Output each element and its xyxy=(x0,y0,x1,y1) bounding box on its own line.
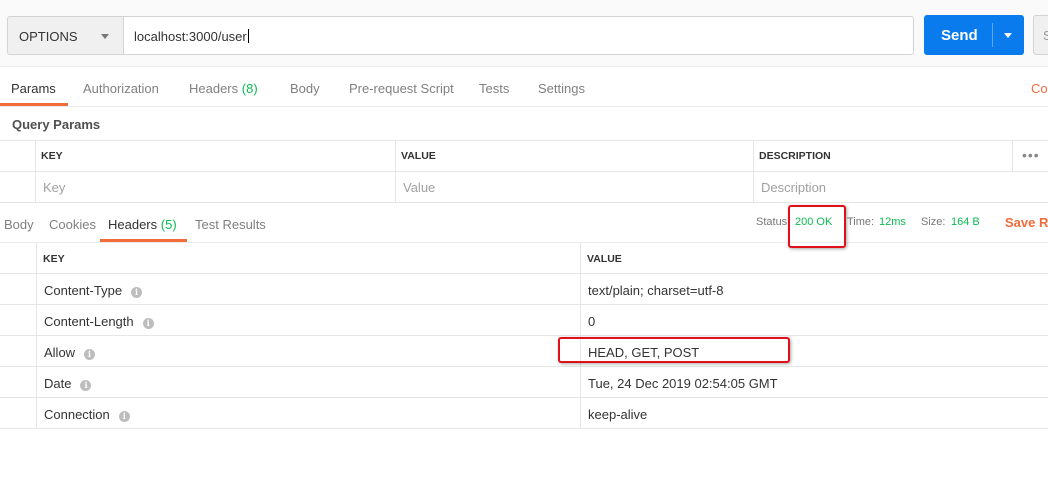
table-row: Content-Type i text/plain; charset=utf-8 xyxy=(0,274,1048,305)
url-text: localhost:3000/user xyxy=(134,29,249,44)
save-response-button[interactable]: Save Re xyxy=(1005,215,1048,230)
header-value-cell: text/plain; charset=utf-8 xyxy=(580,274,1048,304)
active-tab-indicator xyxy=(0,103,68,106)
send-button[interactable]: Send xyxy=(924,15,1024,55)
table-row: Content-Length i 0 xyxy=(0,305,1048,336)
table-row: Allow i HEAD, GET, POST xyxy=(0,336,1048,367)
method-label: OPTIONS xyxy=(19,29,78,44)
header-key-wrap: Content-Type i xyxy=(44,283,143,298)
tab-pre-request-script[interactable]: Pre-request Script xyxy=(349,81,454,96)
tab-body[interactable]: Body xyxy=(290,81,320,96)
info-icon[interactable]: i xyxy=(142,318,154,329)
tab-headers-count: (8) xyxy=(241,81,258,96)
table-row: Connection i keep-alive xyxy=(0,398,1048,429)
header-key: Date xyxy=(44,376,72,391)
column-key: KEY xyxy=(36,243,580,273)
description-placeholder: Description xyxy=(761,180,827,195)
allow-value-highlight-box xyxy=(558,337,790,363)
header-key-wrap: Connection i xyxy=(44,407,130,422)
request-bar: OPTIONS localhost:3000/user Send S xyxy=(0,0,1048,67)
info-icon[interactable]: i xyxy=(80,380,92,391)
query-params-title: Query Params xyxy=(12,117,101,132)
tab-authorization[interactable]: Authorization xyxy=(83,81,159,96)
column-value: VALUE xyxy=(395,141,753,171)
column-header: VALUE xyxy=(587,253,622,265)
header-value: 0 xyxy=(588,314,596,329)
chevron-down-icon xyxy=(101,34,109,39)
request-tabs: Params Authorization Headers (8) Body Pr… xyxy=(0,67,1048,107)
size-value: 164 B xyxy=(951,216,980,228)
response-tabs: Body Cookies Headers (5) Test Results St… xyxy=(0,202,1048,243)
header-key-cell: Date i xyxy=(36,367,580,397)
status-highlight-box xyxy=(788,205,846,248)
tab-params[interactable]: Params xyxy=(11,81,56,96)
url-input[interactable]: localhost:3000/user xyxy=(123,16,914,55)
tab-settings[interactable]: Settings xyxy=(538,81,585,96)
tab-tests[interactable]: Tests xyxy=(479,81,509,96)
info-icon[interactable]: i xyxy=(131,287,143,298)
send-options-chevron-down-icon[interactable] xyxy=(1004,33,1012,38)
description-input[interactable]: Description xyxy=(753,172,1048,202)
header-key: Connection xyxy=(44,407,110,422)
key-placeholder: Key xyxy=(43,180,66,195)
value-placeholder: Value xyxy=(403,180,436,195)
tab-headers[interactable]: Headers (8) xyxy=(189,81,258,96)
header-key-wrap: Content-Length i xyxy=(44,314,154,329)
status-label: Status: xyxy=(756,216,791,228)
header-value-cell: Tue, 24 Dec 2019 02:54:05 GMT xyxy=(580,367,1048,397)
header-value: keep-alive xyxy=(588,407,648,422)
tab-response-headers-label: Headers xyxy=(108,217,158,232)
key-input[interactable]: Key xyxy=(35,172,395,202)
size-label: Size: xyxy=(921,216,946,228)
header-key-cell: Content-Type i xyxy=(36,274,580,304)
info-icon[interactable]: i xyxy=(84,349,96,360)
value-input[interactable]: Value xyxy=(395,172,753,202)
header-key-wrap: Date i xyxy=(44,376,92,391)
time-label: Time: xyxy=(847,216,875,228)
table-header-row: KEY VALUE xyxy=(0,243,1048,274)
active-tab-indicator xyxy=(100,239,187,242)
tab-test-results[interactable]: Test Results xyxy=(195,217,266,232)
header-key: Allow xyxy=(44,345,76,360)
text-cursor xyxy=(247,29,249,43)
more-cell: ••• xyxy=(1012,141,1048,171)
header-value: text/plain; charset=utf-8 xyxy=(588,283,724,298)
method-select[interactable]: OPTIONS xyxy=(7,16,123,55)
header-value-cell: 0 xyxy=(580,305,1048,335)
save-button[interactable]: S xyxy=(1033,15,1048,55)
tab-headers-label: Headers xyxy=(189,81,239,96)
more-dots-icon[interactable]: ••• xyxy=(1022,147,1040,163)
time-value: 12ms xyxy=(879,216,906,228)
column-description: DESCRIPTION xyxy=(753,141,1012,171)
column-header: VALUE xyxy=(401,150,436,162)
send-label: Send xyxy=(941,27,978,44)
info-icon[interactable]: i xyxy=(118,411,130,422)
column-header: KEY xyxy=(41,150,63,162)
query-params-table: KEY VALUE DESCRIPTION ••• Key Value Desc… xyxy=(0,140,1048,203)
column-key: KEY xyxy=(35,141,395,171)
header-key: Content-Type xyxy=(44,283,123,298)
tab-response-headers[interactable]: Headers (5) xyxy=(108,217,177,232)
tab-response-headers-count: (5) xyxy=(160,217,177,232)
tab-response-cookies[interactable]: Cookies xyxy=(49,217,96,232)
header-key-cell: Connection i xyxy=(36,398,580,428)
save-label: S xyxy=(1043,28,1048,43)
table-header-row: KEY VALUE DESCRIPTION ••• xyxy=(0,141,1048,172)
table-row: Date i Tue, 24 Dec 2019 02:54:05 GMT xyxy=(0,367,1048,398)
header-key-cell: Content-Length i xyxy=(36,305,580,335)
column-header: DESCRIPTION xyxy=(759,150,831,162)
header-value: Tue, 24 Dec 2019 02:54:05 GMT xyxy=(588,376,778,391)
cookies-link[interactable]: Coo xyxy=(1031,81,1048,96)
header-key-cell: Allow i xyxy=(36,336,580,366)
header-key: Content-Length xyxy=(44,314,134,329)
header-value-cell: keep-alive xyxy=(580,398,1048,428)
column-header: KEY xyxy=(43,253,65,265)
tab-response-body[interactable]: Body xyxy=(4,217,34,232)
send-divider xyxy=(992,23,993,47)
header-key-wrap: Allow i xyxy=(44,345,96,360)
table-row: Key Value Description xyxy=(0,172,1048,203)
